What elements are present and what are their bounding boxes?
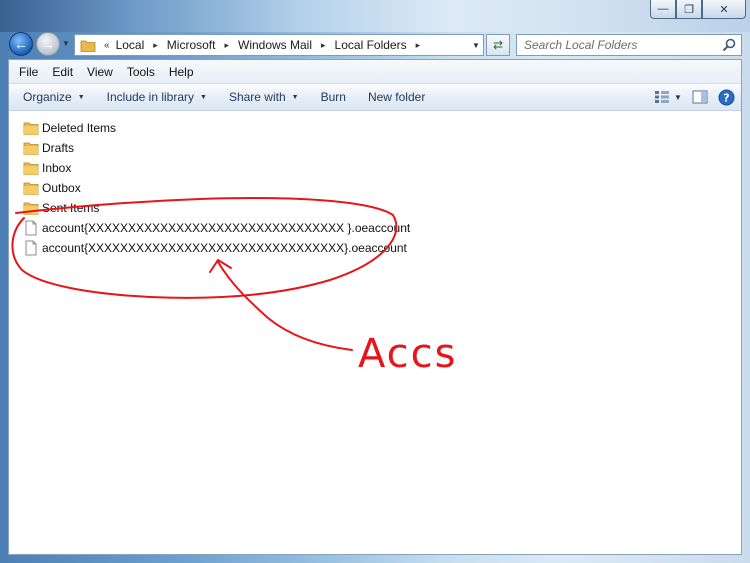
chevron-down-icon: ▼ xyxy=(291,93,299,101)
folder-icon xyxy=(23,122,39,135)
folder-icon xyxy=(23,162,39,175)
folder-icon xyxy=(80,40,96,52)
organize-button[interactable]: Organize ▼ xyxy=(15,90,93,104)
breadcrumb-overflow[interactable]: « xyxy=(104,40,110,51)
view-options-dropdown[interactable]: ▼ xyxy=(673,88,683,106)
search-icon[interactable] xyxy=(721,37,737,53)
caption-buttons: — ❐ ✕ xyxy=(650,0,746,19)
file-name: Deleted Items xyxy=(42,121,117,135)
breadcrumb-separator[interactable]: ▸ xyxy=(321,40,326,51)
breadcrumb-local[interactable]: Local xyxy=(114,38,147,52)
organize-label: Organize xyxy=(23,90,72,104)
recent-pages-dropdown[interactable]: ▼ xyxy=(62,39,72,49)
file-name: account{XXXXXXXXXXXXXXXXXXXXXXXXXXXXXXXX… xyxy=(42,221,411,235)
document-icon xyxy=(25,240,37,256)
list-item[interactable]: Deleted Items xyxy=(23,118,410,138)
new-folder-button[interactable]: New folder xyxy=(360,90,433,104)
svg-text:?: ? xyxy=(723,91,729,104)
file-name: Outbox xyxy=(42,181,81,195)
close-button[interactable]: ✕ xyxy=(702,0,746,19)
view-controls: ▼ ? xyxy=(645,88,735,106)
command-bar: Organize ▼ Include in library ▼ Share with… xyxy=(9,84,741,111)
folder-icon xyxy=(23,202,39,215)
menu-bar: File Edit View Tools Help xyxy=(9,60,741,84)
minimize-button[interactable]: — xyxy=(650,0,676,19)
breadcrumb-windows-mail[interactable]: Windows Mail xyxy=(236,38,314,52)
breadcrumb-separator[interactable]: ▸ xyxy=(416,40,421,51)
menu-view[interactable]: View xyxy=(80,65,120,79)
breadcrumb-separator[interactable]: ▸ xyxy=(224,40,229,51)
chevron-down-icon: ▼ xyxy=(200,93,207,101)
burn-label: Burn xyxy=(320,90,346,104)
menu-help[interactable]: Help xyxy=(162,65,201,79)
help-icon: ? xyxy=(718,89,734,105)
share-with-label: Share with xyxy=(228,90,286,104)
navigation-bar: ← → ▼ « Local ▸ Microsoft ▸ Windows Mail… xyxy=(0,31,750,58)
refresh-icon: ⇄ xyxy=(492,38,504,52)
preview-pane-icon xyxy=(692,90,708,104)
menu-edit[interactable]: Edit xyxy=(45,65,80,79)
search-placeholder: Search Local Folders xyxy=(524,38,638,52)
address-bar[interactable]: « Local ▸ Microsoft ▸ Windows Mail ▸ Loc… xyxy=(74,34,484,56)
explorer-window: File Edit View Tools Help Organize ▼ Incl… xyxy=(8,59,742,555)
back-button[interactable]: ← xyxy=(9,32,33,56)
help-button[interactable]: ? xyxy=(717,88,735,106)
file-list: Deleted Items Drafts Inbox Outbox Sent I… xyxy=(23,118,410,258)
list-item[interactable]: Outbox xyxy=(23,178,410,198)
view-details-icon xyxy=(655,91,669,103)
share-with-button[interactable]: Share with ▼ xyxy=(221,90,307,104)
breadcrumb-microsoft[interactable]: Microsoft xyxy=(165,38,218,52)
file-name: Inbox xyxy=(42,161,72,175)
menu-file[interactable]: File xyxy=(12,65,45,79)
arrow-right-icon: → xyxy=(41,36,55,52)
preview-pane-button[interactable] xyxy=(691,88,709,106)
file-name: Drafts xyxy=(42,141,75,155)
list-item[interactable]: Sent Items xyxy=(23,198,410,218)
breadcrumb-local-folders[interactable]: Local Folders xyxy=(333,38,409,52)
menu-tools[interactable]: Tools xyxy=(120,65,162,79)
maximize-icon: ❐ xyxy=(684,3,694,16)
document-icon xyxy=(25,220,37,236)
file-name: Sent Items xyxy=(42,201,100,215)
include-in-library-button[interactable]: Include in library ▼ xyxy=(99,90,215,104)
list-item[interactable]: Drafts xyxy=(23,138,410,158)
arrow-left-icon: ← xyxy=(14,36,28,52)
burn-button[interactable]: Burn xyxy=(313,90,354,104)
include-in-library-label: Include in library xyxy=(106,90,195,104)
search-box[interactable]: Search Local Folders xyxy=(516,34,742,56)
file-name: account{XXXXXXXXXXXXXXXXXXXXXXXXXXXXXXXX… xyxy=(42,241,407,255)
chevron-down-icon: ▼ xyxy=(77,93,85,101)
close-icon: ✕ xyxy=(719,3,729,16)
minimize-icon: — xyxy=(657,3,669,15)
list-item[interactable]: account{XXXXXXXXXXXXXXXXXXXXXXXXXXXXXXXX… xyxy=(23,218,410,238)
change-view-button[interactable] xyxy=(653,88,671,106)
list-item[interactable]: account{XXXXXXXXXXXXXXXXXXXXXXXXXXXXXXXX… xyxy=(23,238,410,258)
refresh-button[interactable]: ⇄ xyxy=(486,34,510,56)
forward-button[interactable]: → xyxy=(36,32,60,56)
folder-icon xyxy=(23,182,39,195)
breadcrumb-separator[interactable]: ▸ xyxy=(153,40,158,51)
folder-icon xyxy=(23,142,39,155)
new-folder-label: New folder xyxy=(367,90,426,104)
maximize-button[interactable]: ❐ xyxy=(676,0,702,19)
list-item[interactable]: Inbox xyxy=(23,158,410,178)
address-dropdown-icon[interactable]: ▼ xyxy=(469,35,483,55)
